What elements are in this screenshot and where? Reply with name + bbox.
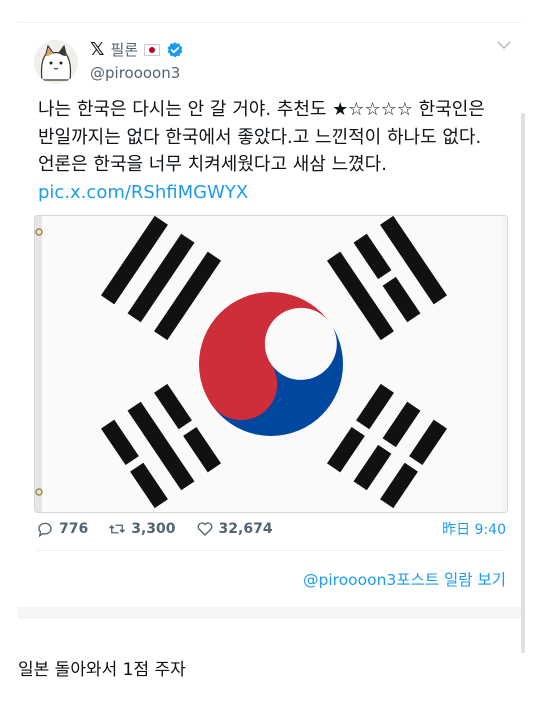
heart-icon [197,522,212,536]
korean-flag-image [35,216,507,512]
retweet-count: 3,300 [131,521,176,537]
tweet-text-line: 반일까지는 없다 한국에서 좋았다.고 느낀적이 하나도 없다. [38,126,482,148]
x-logo-icon: 𝕏 [90,38,105,60]
scrollbar[interactable] [521,113,525,653]
verified-badge-icon [167,41,183,57]
avatar[interactable] [34,40,78,84]
tweet-timestamp[interactable]: 昨日 9:40 [442,519,506,539]
tweet-text: 나는 한국은 다시는 안 갈 거야. 추천도 ★☆☆☆☆ 한국인은 반일까지는 … [38,96,508,206]
japan-flag-icon [144,43,161,56]
tweet-text-line: 언론은 한국을 너무 치켜세웠다고 새삼 느꼈다. [38,154,387,175]
reply-count: 776 [59,521,89,537]
section-separator [18,607,522,619]
like-count: 32,674 [218,521,273,537]
display-name[interactable]: 필론 [111,39,139,60]
like-button[interactable]: 32,674 [196,520,273,538]
reply-button[interactable]: 776 [36,520,88,538]
retweet-icon [109,524,126,534]
view-more-posts-link[interactable]: @piroooon3포스트 일람 보기 [303,568,506,590]
retweet-button[interactable]: 3,300 [108,520,176,538]
tweet-media-link[interactable]: pic.x.com/RShfiMGWYX [38,179,508,207]
divider [36,550,506,551]
cat-avatar-icon [34,40,78,84]
chevron-down-icon[interactable] [496,37,512,53]
tweet-actions: 776 3,300 32,674 昨日 9:40 [36,518,506,540]
post-caption: 일본 돌아와서 1점 주자 [18,660,186,680]
user-handle[interactable]: @piroooon3 [90,64,180,82]
tweet-media[interactable] [34,215,508,513]
tweet-card: 𝕏 필론 @piroooon3 나는 한국은 다시는 안 갈 거야. 추천도 ★… [18,23,522,607]
tweet-header: 𝕏 필론 [90,39,184,60]
reply-icon [38,522,52,538]
tweet-text-line: 나는 한국은 다시는 안 갈 거야. 추천도 ★☆☆☆☆ 한국인은 [38,99,485,120]
